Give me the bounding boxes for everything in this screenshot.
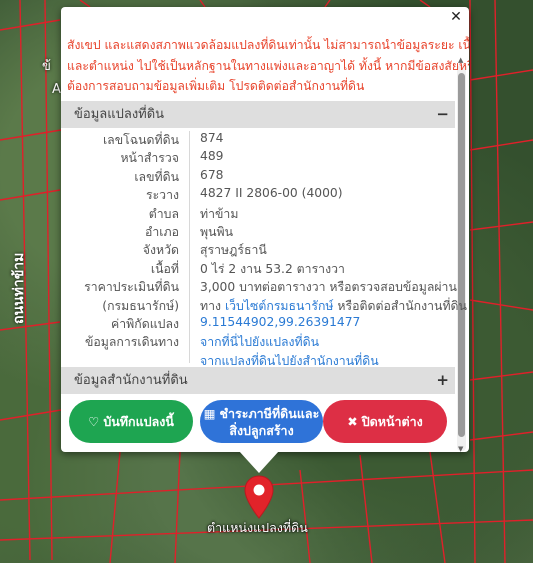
- field-label: เลขโฉนดที่ดิน: [102, 133, 179, 147]
- pay-land-tax-button[interactable]: ▦ ชำระภาษีที่ดินและ สิ่งปลูกสร้าง: [200, 400, 323, 443]
- field-label: ค่าพิกัดแปลง: [111, 316, 179, 331]
- button-label: บันทึกแปลงนี้: [103, 414, 174, 429]
- popup-scrollbar[interactable]: ▲ ▼: [457, 56, 466, 452]
- field-label: ตำบล: [148, 206, 179, 221]
- marker-label: ตำแหน่งแปลงที่ดิน: [207, 520, 308, 535]
- parcel-info-header[interactable]: ข้อมูลแปลงที่ดิน −: [61, 101, 455, 128]
- expand-icon[interactable]: +: [436, 367, 449, 394]
- field-label: จังหวัด: [142, 243, 179, 258]
- heart-icon: ♡: [88, 414, 100, 429]
- field-label: อำเภอ: [145, 224, 179, 239]
- close-icon[interactable]: ✕: [449, 10, 463, 24]
- field-value: 489: [200, 149, 224, 164]
- directions-to-parcel-link[interactable]: จากที่นี่ไปยังแปลงที่ดิน: [200, 335, 319, 349]
- disclaimer-text: สังเขป และแสดงสภาพแวดล้อมแปลงที่ดินเท่าน…: [67, 35, 469, 97]
- button-label: สิ่งปลูกสร้าง: [229, 422, 294, 438]
- field-row-price-dept: (กรมธนารักษ์) ทาง เว็บไซต์กรมธนารักษ์ หร…: [61, 297, 467, 315]
- field-value: ท่าข้าม: [200, 206, 239, 221]
- field-row-sheet: ระวาง 4827 II 2806-00 (4000): [61, 186, 455, 204]
- field-value: 4827 II 2806-00 (4000): [200, 186, 343, 201]
- map-label-fragment: ข้: [42, 59, 51, 74]
- section-title: ข้อมูลสำนักงานที่ดิน: [74, 373, 188, 388]
- qr-code-icon: ▦: [203, 405, 216, 421]
- field-row-parcel: เลขที่ดิน 678: [61, 168, 455, 186]
- field-row-coord: ค่าพิกัดแปลง 9.11544902,99.26391477: [61, 315, 455, 333]
- disclaimer-line: และตำแหน่ง ไปใช้เป็นหลักฐานในทางแพ่งและอ…: [67, 58, 469, 73]
- field-label: ระวาง: [145, 188, 179, 203]
- coordinate-link[interactable]: 9.11544902,99.26391477: [200, 315, 360, 329]
- close-icon: ✖: [347, 414, 358, 429]
- field-row-price: ราคาประเมินที่ดิน 3,000 บาทต่อตารางวา หร…: [61, 278, 457, 296]
- field-label: หน้าสำรวจ: [120, 151, 179, 166]
- button-label: ชำระภาษีที่ดินและ: [219, 405, 320, 421]
- field-value: พุนพิน: [200, 224, 234, 239]
- disclaimer-line: ต้องการสอบถามข้อมูลเพิ่มเติม โปรดติดต่อส…: [67, 79, 365, 93]
- button-label: ปิดหน้าต่าง: [361, 414, 423, 429]
- field-value: 3,000 บาทต่อตารางวา หรือตรวจสอบข้อมูลผ่า…: [200, 280, 457, 295]
- price-suffix: หรือติดต่อสำนักงานที่ดิน: [337, 298, 467, 313]
- field-value: 678: [200, 167, 224, 182]
- field-row-deed: เลขโฉนดที่ดิน 874: [61, 131, 455, 149]
- save-parcel-button[interactable]: ♡ บันทึกแปลงนี้: [69, 400, 193, 443]
- field-label: ราคาประเมินที่ดิน: [84, 280, 179, 295]
- land-office-header[interactable]: ข้อมูลสำนักงานที่ดิน +: [61, 367, 455, 394]
- map-marker-icon[interactable]: [244, 475, 274, 519]
- field-value: สุราษฎร์ธานี: [200, 243, 267, 258]
- field-label: เนื้อที่: [150, 261, 179, 276]
- scroll-down-icon[interactable]: ▼: [458, 445, 463, 452]
- directions-to-office-link[interactable]: จากแปลงที่ดินไปยังสำนักงานที่ดิน: [200, 354, 379, 368]
- disclaimer-line: สังเขป และแสดงสภาพแวดล้อมแปลงที่ดินเท่าน…: [67, 38, 469, 52]
- field-label: (กรมธนารักษ์): [102, 298, 179, 313]
- field-label: ข้อมูลการเดินทาง: [85, 335, 179, 350]
- field-row-subdistrict: ตำบล ท่าข้าม: [61, 205, 455, 223]
- field-row-district: อำเภอ พุนพิน: [61, 223, 455, 241]
- parcel-fields: เลขโฉนดที่ดิน 874 หน้าสำรวจ 489 เลขที่ดิ…: [61, 131, 467, 370]
- treasury-website-link[interactable]: เว็บไซต์กรมธนารักษ์: [225, 299, 334, 313]
- field-row-travel: ข้อมูลการเดินทาง จากที่นี่ไปยังแปลงที่ดิ…: [61, 333, 455, 351]
- field-value: ทาง เว็บไซต์กรมธนารักษ์ หรือติดต่อสำนักง…: [200, 297, 467, 316]
- field-value: 0 ไร่ 2 งาน 53.2 ตารางวา: [200, 261, 345, 276]
- field-row-province: จังหวัด สุราษฎร์ธานี: [61, 241, 455, 259]
- close-window-button[interactable]: ✖ ปิดหน้าต่าง: [323, 400, 447, 443]
- popup-pointer: [239, 451, 279, 473]
- field-value: 874: [200, 131, 224, 145]
- collapse-icon[interactable]: −: [436, 101, 449, 128]
- field-row-survey: หน้าสำรวจ 489: [61, 149, 455, 167]
- field-label: เลขที่ดิน: [134, 169, 179, 184]
- scroll-thumb[interactable]: [458, 73, 465, 437]
- road-label: ถนนท่าข้าม: [11, 252, 27, 324]
- price-prefix: ทาง: [200, 298, 222, 313]
- section-title: ข้อมูลแปลงที่ดิน: [74, 107, 165, 122]
- map-label-fragment: A: [52, 82, 61, 97]
- field-row-area: เนื้อที่ 0 ไร่ 2 งาน 53.2 ตารางวา: [61, 260, 455, 278]
- parcel-info-popup: ✕ ▲ ▼ สังเขป และแสดงสภาพแวดล้อมแปลงที่ดิ…: [61, 7, 469, 452]
